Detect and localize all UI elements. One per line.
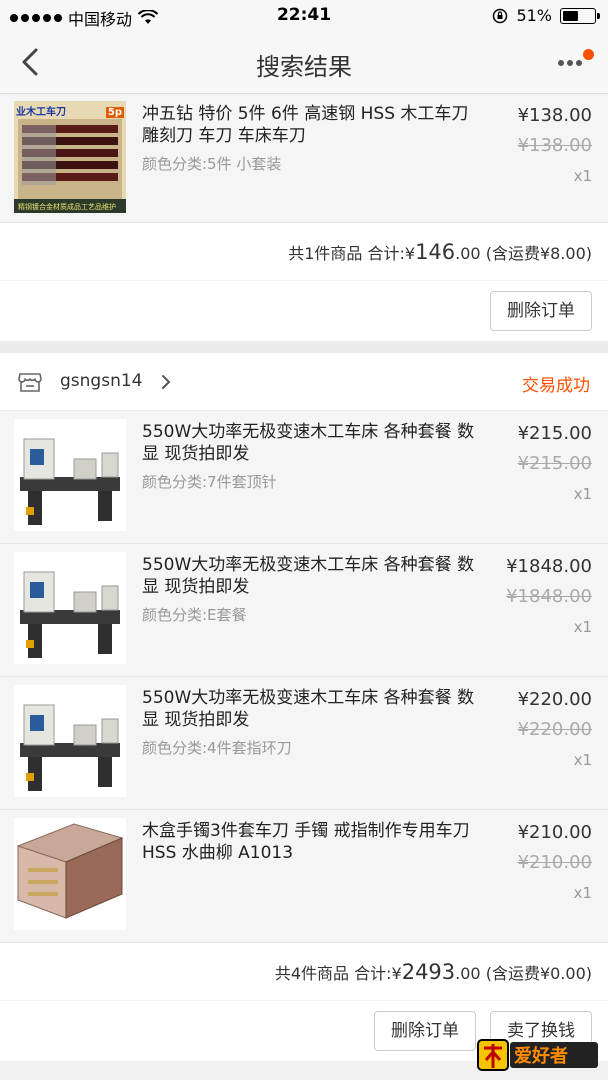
delete-order-button[interactable]: 删除订单 (490, 291, 592, 331)
thumb-text: 业木工车刀 (16, 107, 66, 118)
status-bar: 中国移动 22:41 51% (0, 0, 608, 32)
product-original-price: ¥210.00 (517, 852, 592, 873)
svg-text:爱好者: 爱好者 (514, 1045, 568, 1067)
product-thumbnail (14, 685, 126, 797)
product-title: 550W大功率无极变速木工车床 各种套餐 数显 现货拍即发 (142, 555, 475, 597)
summary-total-dec: .00 (455, 964, 481, 983)
product-spec: 颜色分类:E套餐 (142, 606, 247, 624)
product-price: ¥1848.00 (506, 556, 592, 577)
order-summary: 共4件商品 合计:¥2493.00 (含运费¥0.00) (0, 943, 608, 1001)
nav-bar: 搜索结果 (0, 32, 608, 94)
product-thumbnail (14, 818, 126, 930)
more-button[interactable] (554, 46, 594, 78)
product-original-price: ¥220.00 (517, 719, 592, 740)
lathe-image (14, 552, 126, 664)
product-thumbnail: 业木工车刀 5p 精钢镀合金材质成品工艺品维护 (14, 101, 126, 213)
product-spec: 颜色分类:5件 小套装 (142, 155, 282, 173)
wooden-box-image (14, 818, 126, 930)
lathe-image (14, 685, 126, 797)
summary-total-dec: .00 (455, 244, 481, 263)
product-quantity: x1 (573, 884, 592, 902)
product-price: ¥210.00 (517, 822, 592, 843)
product-price: ¥138.00 (517, 105, 592, 126)
summary-prefix: 共4件商品 合计:¥ (274, 964, 402, 983)
summary-total-int: 146 (415, 240, 456, 264)
thumb-badge: 5p (105, 107, 124, 118)
orientation-lock-icon (493, 8, 508, 23)
more-dots-icon (558, 60, 564, 66)
product-quantity: x1 (573, 485, 592, 503)
order-actions: 删除订单 (0, 281, 608, 341)
battery-area: 51% (492, 6, 600, 25)
battery-percent: 51% (516, 6, 552, 25)
shop-header[interactable]: gsngsn14 交易成功 (0, 353, 608, 411)
summary-prefix: 共1件商品 合计:¥ (288, 244, 416, 263)
delete-order-button[interactable]: 删除订单 (374, 1011, 476, 1051)
shop-icon (18, 373, 42, 392)
product-quantity: x1 (573, 618, 592, 636)
more-dot (567, 60, 573, 66)
order-item[interactable]: 550W大功率无极变速木工车床 各种套餐 数显 现货拍即发 颜色分类:4件套指环… (0, 677, 608, 810)
product-quantity: x1 (573, 167, 592, 185)
product-original-price: ¥138.00 (517, 135, 592, 156)
product-original-price: ¥215.00 (517, 453, 592, 474)
more-dot (576, 60, 582, 66)
summary-shipping: (含运费¥8.00) (485, 244, 592, 263)
product-title: 550W大功率无极变速木工车床 各种套餐 数显 现货拍即发 (142, 688, 475, 730)
product-thumbnail (14, 552, 126, 664)
order-item[interactable]: 550W大功率无极变速木工车床 各种套餐 数显 现货拍即发 颜色分类:7件套顶针… (0, 411, 608, 544)
product-spec: 颜色分类:7件套顶针 (142, 473, 277, 491)
product-title: 冲五钻 特价 5件 6件 高速钢 HSS 木工车刀 雕刻刀 车刀 车床车刀 (142, 104, 469, 146)
battery-icon (560, 7, 600, 24)
product-original-price: ¥1848.00 (506, 586, 592, 607)
order-item[interactable]: 550W大功率无极变速木工车床 各种套餐 数显 现货拍即发 颜色分类:E套餐 ¥… (0, 544, 608, 677)
lathe-image (14, 419, 126, 531)
product-thumbnail (14, 419, 126, 531)
chevron-right-icon (162, 375, 171, 389)
shop-name: gsngsn14 (60, 371, 143, 391)
order-status: 交易成功 (522, 376, 590, 396)
order-divider (0, 341, 608, 353)
product-price: ¥215.00 (517, 423, 592, 444)
order-item[interactable]: 业木工车刀 5p 精钢镀合金材质成品工艺品维护 冲五钻 特价 5件 6件 高速钢… (0, 95, 608, 223)
product-title: 木盒手镯3件套车刀 手镯 戒指制作专用车刀 HSS 水曲柳 A1013 (142, 821, 470, 863)
watermark-logo-icon: 爱好者 (477, 1039, 598, 1071)
order-list: 业木工车刀 5p 精钢镀合金材质成品工艺品维护 冲五钻 特价 5件 6件 高速钢… (0, 95, 608, 1061)
notification-badge (583, 49, 594, 60)
order-summary: 共1件商品 合计:¥146.00 (含运费¥8.00) (0, 223, 608, 281)
summary-shipping: (含运费¥0.00) (485, 964, 592, 983)
summary-total-int: 2493 (401, 960, 456, 984)
order-item[interactable]: 木盒手镯3件套车刀 手镯 戒指制作专用车刀 HSS 水曲柳 A1013 ¥210… (0, 810, 608, 943)
product-price: ¥220.00 (517, 689, 592, 710)
product-title: 550W大功率无极变速木工车床 各种套餐 数显 现货拍即发 (142, 422, 475, 464)
watermark-logo: 爱好者 (476, 1034, 600, 1074)
page-title: 搜索结果 (256, 53, 352, 81)
product-spec: 颜色分类:4件套指环刀 (142, 739, 292, 757)
thumb-footer: 精钢镀合金材质成品工艺品维护 (18, 203, 116, 211)
product-quantity: x1 (573, 751, 592, 769)
